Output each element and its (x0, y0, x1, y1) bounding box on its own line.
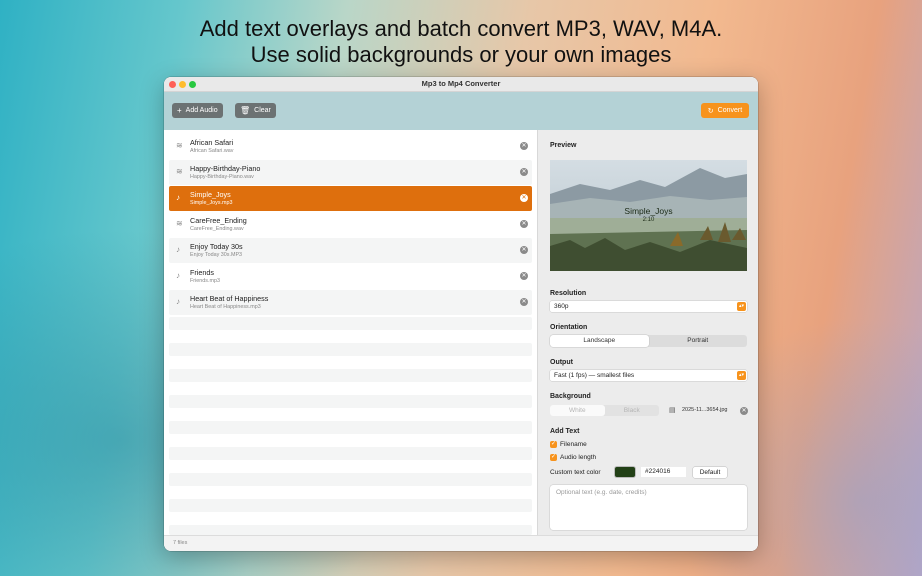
file-title: Simple_Joys (190, 190, 231, 199)
custom-text-color-label: Custom text color (550, 469, 601, 476)
settings-panel: Preview Simple_Joys 2:10 Resolution 360p… (537, 130, 758, 535)
list-item[interactable]: ♪ Friends Friends.mp3 ✕ (169, 264, 532, 289)
plus-icon: + (177, 106, 182, 115)
remove-file-icon[interactable]: ✕ (520, 220, 528, 228)
empty-row-stripe (169, 499, 532, 512)
remove-file-icon[interactable]: ✕ (520, 142, 528, 150)
clear-label: Clear (254, 107, 271, 114)
empty-row-stripe (169, 317, 532, 330)
output-label: Output (550, 359, 573, 366)
file-title: African Safari (190, 138, 234, 147)
headline-line-2: Use solid backgrounds or your own images (250, 42, 672, 67)
resolution-select[interactable]: 360p ▴▾ (550, 301, 747, 312)
preview-title: Simple_Joys (624, 206, 673, 216)
background-black-option[interactable]: Black (605, 405, 660, 416)
filename-checkbox-label: Filename (560, 441, 587, 448)
refresh-icon: ↻ (707, 107, 714, 115)
toolbar: + Add Audio 🗑︎ Clear ↻ Convert (164, 92, 758, 130)
remove-file-icon[interactable]: ✕ (520, 194, 528, 202)
add-audio-button[interactable]: + Add Audio (172, 103, 223, 118)
file-title: Friends (190, 268, 214, 277)
background-label: Background (550, 393, 591, 400)
output-select[interactable]: Fast (1 fps) — smallest files ▴▾ (550, 370, 747, 381)
background-white-option[interactable]: White (550, 405, 605, 416)
empty-row-stripe (169, 395, 532, 408)
file-list: ≋ African Safari African Safari.wav ✕ ≋ … (164, 130, 537, 535)
waveform-icon: ≋ (176, 167, 183, 176)
app-window: Mp3 to Mp4 Converter + Add Audio 🗑︎ Clea… (164, 77, 758, 551)
list-item[interactable]: ♪ Heart Beat of Happiness Heart Beat of … (169, 290, 532, 315)
empty-row-stripe (169, 343, 532, 356)
convert-label: Convert (717, 107, 743, 114)
waveform-icon: ≋ (176, 141, 183, 150)
add-audio-label: Add Audio (185, 107, 218, 114)
empty-row-stripe (169, 525, 532, 535)
file-name: Enjoy Today 30s.MP3 (190, 252, 243, 258)
default-color-button[interactable]: Default (693, 467, 727, 478)
waveform-icon: ≋ (176, 219, 183, 228)
preview-label: Preview (550, 142, 577, 149)
remove-file-icon[interactable]: ✕ (520, 168, 528, 176)
clear-button[interactable]: 🗑︎ Clear (235, 103, 276, 118)
background-image-filename: 2025-11...3654.jpg (682, 407, 728, 413)
music-note-icon: ♪ (176, 271, 180, 280)
headline-line-1: Add text overlays and batch convert MP3,… (199, 16, 723, 41)
audio-length-checkbox-label: Audio length (560, 454, 597, 461)
text-color-swatch[interactable] (615, 467, 635, 477)
resolution-value: 360p (554, 303, 569, 310)
preview-length: 2:10 (642, 217, 655, 223)
music-note-icon: ♪ (176, 193, 180, 202)
file-title: Enjoy Today 30s (190, 242, 243, 251)
music-note-icon: ♪ (176, 297, 180, 306)
file-name: CareFree_Ending.wav (190, 226, 244, 232)
convert-button[interactable]: ↻ Convert (701, 103, 749, 118)
filename-checkbox[interactable]: ✓ (550, 441, 557, 448)
file-name: Simple_Joys.mp3 (190, 200, 233, 206)
file-title: Happy-Birthday-Piano (190, 164, 261, 173)
status-bar: 7 files (164, 535, 758, 551)
remove-file-icon[interactable]: ✕ (520, 298, 528, 306)
empty-row-stripe (169, 473, 532, 486)
file-title: Heart Beat of Happiness (190, 294, 269, 303)
list-item[interactable]: ≋ African Safari African Safari.wav ✕ (169, 134, 532, 159)
list-item[interactable]: ≋ CareFree_Ending CareFree_Ending.wav ✕ (169, 212, 532, 237)
remove-image-icon[interactable]: ✕ (740, 407, 748, 415)
list-item-selected[interactable]: ♪ Simple_Joys Simple_Joys.mp3 ✕ (169, 186, 532, 211)
orientation-label: Orientation (550, 324, 588, 331)
trash-icon: 🗑︎ (240, 106, 251, 115)
list-item[interactable]: ≋ Happy-Birthday-Piano Happy-Birthday-Pi… (169, 160, 532, 185)
orientation-portrait-option[interactable]: Portrait (649, 335, 748, 347)
image-icon: ▤ (669, 407, 676, 414)
chevron-up-down-icon: ▴▾ (737, 302, 746, 311)
empty-row-stripe (169, 421, 532, 434)
preview-image: Simple_Joys 2:10 (550, 160, 747, 271)
window-title: Mp3 to Mp4 Converter (421, 79, 501, 88)
audio-length-checkbox[interactable]: ✓ (550, 454, 557, 461)
file-name: Happy-Birthday-Piano.wav (190, 174, 254, 180)
headline: Add text overlays and batch convert MP3,… (0, 16, 922, 68)
empty-row-stripe (169, 447, 532, 460)
empty-row-stripe (169, 369, 532, 382)
orientation-landscape-option[interactable]: Landscape (550, 335, 649, 347)
background-segmented-control: White Black (550, 405, 659, 416)
remove-file-icon[interactable]: ✕ (520, 246, 528, 254)
music-note-icon: ♪ (176, 245, 180, 254)
title-bar: Mp3 to Mp4 Converter (164, 77, 758, 92)
file-name: Heart Beat of Happiness.mp3 (190, 304, 261, 310)
output-value: Fast (1 fps) — smallest files (554, 372, 635, 379)
file-title: CareFree_Ending (190, 216, 247, 225)
file-name: African Safari.wav (190, 148, 234, 154)
orientation-segmented-control: Landscape Portrait (550, 335, 747, 347)
file-name: Friends.mp3 (190, 278, 220, 284)
resolution-label: Resolution (550, 290, 587, 297)
remove-file-icon[interactable]: ✕ (520, 272, 528, 280)
chevron-up-down-icon: ▴▾ (737, 371, 746, 380)
custom-text-input[interactable]: Optional text (e.g. date, credits) (550, 485, 747, 530)
list-item[interactable]: ♪ Enjoy Today 30s Enjoy Today 30s.MP3 ✕ (169, 238, 532, 263)
text-color-hex-field[interactable]: #224016 (641, 467, 686, 477)
add-text-label: Add Text (550, 428, 580, 435)
